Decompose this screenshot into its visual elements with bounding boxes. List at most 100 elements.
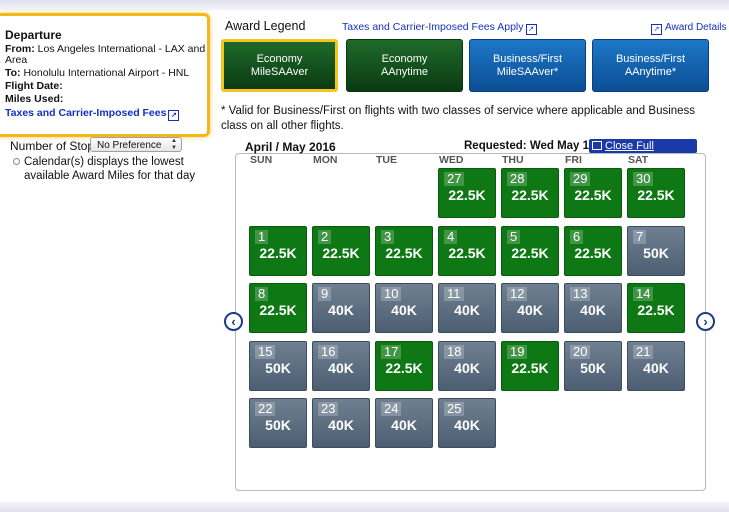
award-details-label[interactable]: Award Details <box>665 22 727 33</box>
flight-date-label: Flight Date: <box>5 80 63 92</box>
requested-date: Requested: Wed May 11 <box>464 140 595 152</box>
day-miles: 22.5K <box>448 187 486 203</box>
calendar-day[interactable]: 7 50K <box>627 225 685 276</box>
day-miles: 40K <box>328 417 354 433</box>
day-number: 15 <box>255 344 276 359</box>
day-number: 23 <box>318 402 339 416</box>
day-number: 29 <box>570 172 591 186</box>
day-number: 18 <box>444 344 465 359</box>
award-details-link[interactable]: ↗ Award Details <box>651 22 727 35</box>
calendar-day[interactable]: 24 40K <box>375 398 433 448</box>
calendar-day[interactable]: 18 40K <box>438 340 496 391</box>
day-number: 1 <box>255 229 269 244</box>
calendar-day[interactable]: 15 50K <box>249 340 307 391</box>
calendar-day[interactable]: 1 22.5K <box>249 225 307 276</box>
calendar-note: Calendar(s) displays the lowest availabl… <box>24 156 196 182</box>
day-miles: 22.5K <box>574 244 612 261</box>
day-number: 9 <box>318 287 332 301</box>
calendar-day[interactable]: 19 22.5K <box>501 340 559 391</box>
day-miles: 40K <box>454 359 480 376</box>
legend-business-aanytime[interactable]: Business/First AAnytime* <box>592 39 709 92</box>
fees-link-label[interactable]: Taxes and Carrier-Imposed Fees <box>5 107 166 119</box>
day-miles: 22.5K <box>511 244 549 261</box>
external-link-icon: ↗ <box>651 24 662 35</box>
calendar-day[interactable]: 29 22.5K <box>564 168 622 218</box>
legend-economy-milesaaver[interactable]: Economy MileSAAver <box>221 39 338 92</box>
calendar-day[interactable]: 3 22.5K <box>375 225 433 276</box>
day-number: 28 <box>507 172 528 186</box>
departure-summary: Departure From: Los Angeles Internationa… <box>0 13 210 137</box>
chevron-left-icon[interactable]: ‹ <box>224 312 243 331</box>
stops-select[interactable]: No Preference ▲ ▼ <box>90 137 182 152</box>
calendar-day[interactable]: 13 40K <box>564 283 622 333</box>
day-miles: 22.5K <box>574 187 612 203</box>
day-number: 7 <box>633 229 647 244</box>
legend-line2: AAnytime <box>380 65 429 78</box>
taxes-fees-link[interactable]: Taxes and Carrier-Imposed Fees Apply ↗ <box>342 21 537 35</box>
day-number: 10 <box>381 287 402 301</box>
day-number: 30 <box>633 172 654 186</box>
calendar-day[interactable]: 5 22.5K <box>501 225 559 276</box>
legend-line1: Economy <box>381 52 428 65</box>
calendar-day[interactable]: 10 40K <box>375 283 433 333</box>
day-number: 11 <box>444 287 464 301</box>
calendar-day[interactable]: 6 22.5K <box>564 225 622 276</box>
day-number: 6 <box>570 229 584 244</box>
day-number: 24 <box>381 402 402 416</box>
weekday-label: WED <box>439 154 464 166</box>
legend-line1: Business/First <box>615 52 686 65</box>
calendar-day[interactable]: 30 22.5K <box>627 168 685 218</box>
calendar-day[interactable]: 11 40K <box>438 283 496 333</box>
taxes-fees-link-label[interactable]: Taxes and Carrier-Imposed Fees Apply <box>342 21 524 33</box>
select-arrows-icon: ▲ ▼ <box>171 138 177 151</box>
flight-date-row: Flight Date: <box>5 81 63 92</box>
calendar-day[interactable]: 8 22.5K <box>249 283 307 333</box>
calendar-day[interactable]: 4 22.5K <box>438 225 496 276</box>
legend-line1: Economy <box>256 52 303 65</box>
day-number: 12 <box>507 287 528 301</box>
valid-note: * Valid for Business/First on flights wi… <box>221 105 696 132</box>
external-link-icon: ↗ <box>525 24 537 35</box>
day-miles: 40K <box>643 359 669 376</box>
day-number: 3 <box>381 229 395 244</box>
day-miles: 22.5K <box>259 244 297 261</box>
external-link-icon: ↗ <box>168 110 180 121</box>
calendar-day[interactable]: 23 40K <box>312 398 370 448</box>
from-row: From: Los Angeles International - LAX an… <box>5 44 205 55</box>
day-miles: 22.5K <box>637 187 675 203</box>
calendar-day[interactable]: 12 40K <box>501 283 559 333</box>
weekday-label: MON <box>313 154 338 166</box>
calendar-day[interactable]: 21 40K <box>627 340 685 391</box>
day-number: 2 <box>318 229 332 244</box>
day-miles: 22.5K <box>322 244 360 261</box>
calendar-day[interactable]: 2 22.5K <box>312 225 370 276</box>
chevron-right-icon[interactable]: › <box>696 312 715 331</box>
calendar-day[interactable]: 17 22.5K <box>375 340 433 391</box>
stops-select-value: No Preference <box>97 140 162 151</box>
calendar-day[interactable]: 16 40K <box>312 340 370 391</box>
day-miles: 40K <box>391 302 417 318</box>
legend-economy-aanytime[interactable]: Economy AAnytime <box>346 39 463 92</box>
calendar-day[interactable]: 9 40K <box>312 283 370 333</box>
legend-line2: MileSAAver <box>250 65 309 78</box>
calendar-day[interactable]: 25 40K <box>438 398 496 448</box>
day-number: 22 <box>255 402 276 416</box>
calendar-day[interactable]: 14 22.5K <box>627 283 685 333</box>
day-miles: 40K <box>580 302 606 318</box>
fees-link[interactable]: Taxes and Carrier-Imposed Fees ↗ <box>5 107 180 121</box>
day-number: 8 <box>255 287 269 301</box>
day-number: 20 <box>570 344 591 359</box>
legend-business-milesaaver[interactable]: Business/First MileSAAver* <box>469 39 586 92</box>
day-number: 27 <box>444 172 465 186</box>
calendar-day[interactable]: 27 22.5K <box>438 168 496 218</box>
calendar-icon <box>592 141 602 150</box>
day-miles: 40K <box>391 417 417 433</box>
day-number: 13 <box>570 287 591 301</box>
calendar-day[interactable]: 20 50K <box>564 340 622 391</box>
day-miles: 22.5K <box>637 302 675 318</box>
calendar-day[interactable]: 28 22.5K <box>501 168 559 218</box>
weekday-label: TUE <box>376 154 397 166</box>
close-full-calendar-button[interactable]: Close Full Calendar <box>589 139 697 166</box>
calendar-day[interactable]: 22 50K <box>249 398 307 448</box>
day-number: 5 <box>507 229 521 244</box>
